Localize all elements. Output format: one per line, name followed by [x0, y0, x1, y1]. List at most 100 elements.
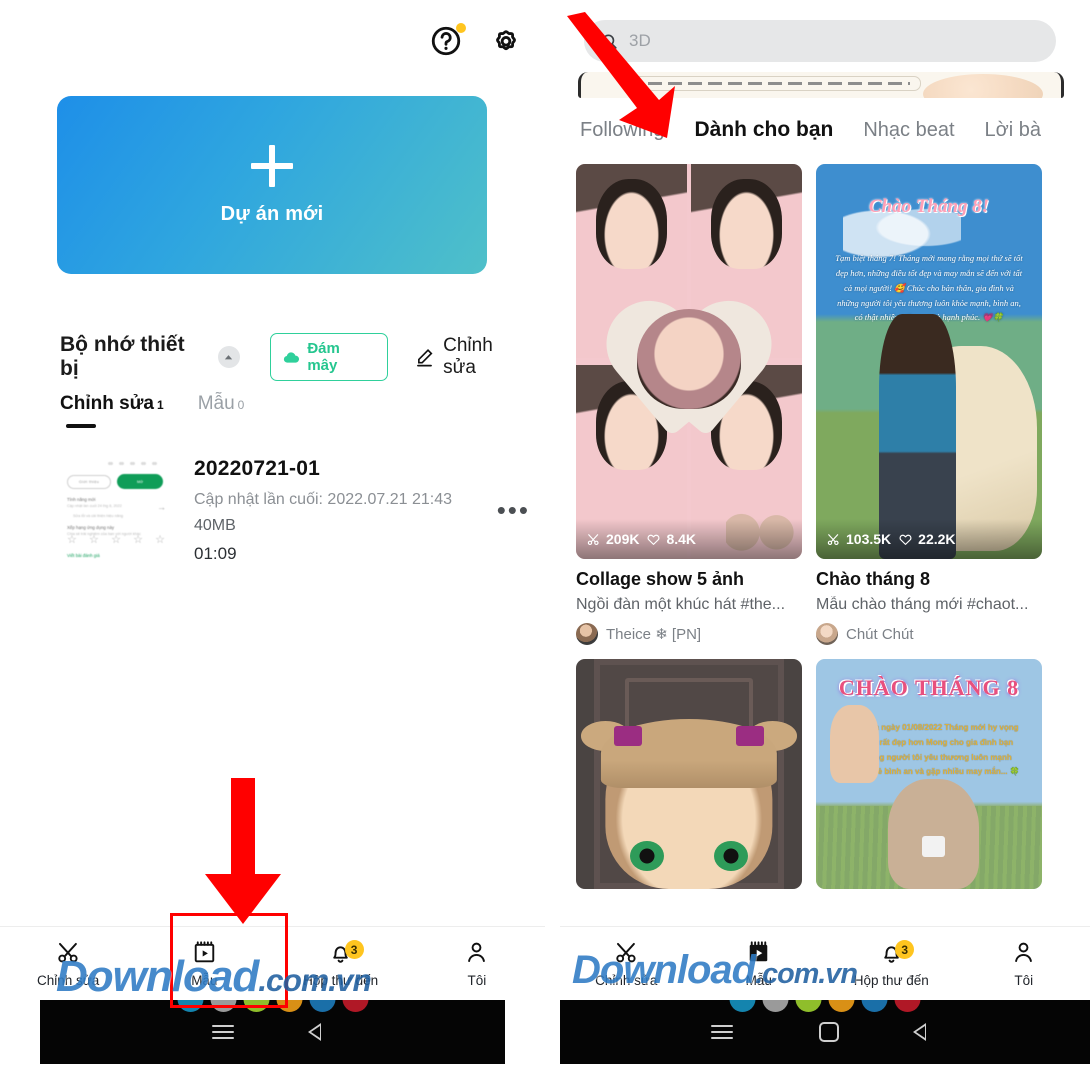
edit-button[interactable]: Chỉnh sửa — [414, 335, 530, 379]
project-thumbnail: Giới thiệu Mở Tính năng mới Cập nhật lần… — [60, 455, 172, 563]
feed-tab-following[interactable]: Following — [580, 119, 664, 142]
person-icon — [1015, 942, 1033, 963]
likes-stat: 22.2K — [898, 531, 956, 547]
template-thumbnail: 209K 8.4K — [576, 164, 802, 559]
banner-peek-card[interactable] — [578, 72, 1064, 98]
segment-tab-templates[interactable]: Mẫu 0 — [198, 393, 245, 428]
template-thumbnail — [576, 659, 802, 889]
nav-item-template-label: Mẫu — [745, 973, 772, 988]
nav-item-edit-label: Chỉnh sửa — [36, 973, 100, 988]
thumb-pill-filled: Mở — [137, 479, 143, 484]
inbox-badge: 3 — [895, 940, 915, 959]
nav-item-inbox[interactable]: 3 Hộp thư đến — [825, 939, 958, 988]
top-action-icons — [429, 23, 523, 58]
thumb-row1-sub2: Sửa lỗi và cải thiện hiệu năng — [73, 514, 124, 518]
template-description: Mẫu chào tháng mới #chaot... — [816, 596, 1029, 613]
thumb-row1-sub: Cập nhật lần cuối 24 thg 6, 2022 — [67, 504, 122, 508]
right-phone-screenshot: 3D Following Dành cho bạn Nhạc beat Lời … — [560, 0, 1090, 1091]
project-size: 40MB — [194, 517, 236, 534]
pencil-icon — [417, 348, 433, 367]
person-icon — [468, 942, 486, 963]
nav-item-me[interactable]: Tôi — [958, 939, 1090, 988]
segment-tabs: Chỉnh sửa 1 Mẫu 0 — [60, 393, 244, 428]
chao-thang-8-b-artwork: CHÀO THÁNG 8 Hôm nay là ngày 01/08/2022 … — [816, 659, 1042, 889]
template-author[interactable]: Theice ❄ [PN] — [576, 623, 802, 645]
template-card[interactable] — [576, 659, 802, 889]
template-card[interactable]: CHÀO THÁNG 8 Hôm nay là ngày 01/08/2022 … — [816, 659, 1042, 889]
more-horizontal-icon[interactable]: ••• — [489, 497, 530, 523]
hamburger-icon[interactable] — [211, 1021, 234, 1043]
artwork-title: Chào Tháng 8! — [868, 195, 990, 217]
back-triangle-icon[interactable] — [913, 1022, 939, 1042]
back-triangle-icon[interactable] — [307, 1022, 334, 1042]
uses-stat: 103.5K — [826, 531, 891, 547]
android-color-dots — [729, 1000, 921, 1012]
thumb-review-link: Viết bài đánh giá — [67, 553, 100, 558]
help-circle-icon[interactable] — [429, 23, 466, 58]
template-stats: 103.5K 22.2K — [816, 519, 1042, 559]
new-project-label: Dự án mới — [220, 202, 324, 225]
author-name: Chút Chút — [846, 625, 914, 643]
template-title: Collage show 5 ảnh — [576, 569, 745, 589]
uses-count: 209K — [606, 531, 640, 547]
home-square-icon[interactable] — [819, 1022, 839, 1042]
heart-icon — [647, 534, 660, 545]
template-card[interactable]: 209K 8.4K Collage show 5 ảnh Ngồi đàn mộ… — [576, 164, 802, 645]
right-android-navbar — [560, 1000, 1090, 1064]
template-title: Chào tháng 8 — [816, 569, 931, 589]
search-input[interactable]: 3D — [584, 20, 1056, 62]
project-title: 20220721-01 — [194, 457, 320, 480]
right-phone-screen: 3D Following Dành cho bạn Nhạc beat Lời … — [560, 0, 1090, 1000]
thumb-pill-outline: Giới thiệu — [78, 479, 100, 484]
hamburger-icon[interactable] — [711, 1021, 733, 1043]
template-thumbnail: CHÀO THÁNG 8 Hôm nay là ngày 01/08/2022 … — [816, 659, 1042, 889]
segment-tab-edits[interactable]: Chỉnh sửa 1 — [60, 393, 164, 428]
edit-button-label: Chỉnh sửa — [443, 335, 493, 378]
feed-tabs: Following Dành cho bạn Nhạc beat Lời bà — [580, 118, 1090, 142]
search-placeholder: 3D — [629, 31, 651, 50]
new-project-button[interactable]: Dự án mới — [57, 96, 487, 274]
segment-tab-edits-count: 1 — [157, 398, 164, 412]
scissors-icon — [57, 942, 78, 963]
scissors-icon — [827, 533, 839, 545]
template-thumbnail: Chào Tháng 8! Tạm biệt tháng 7! Tháng mớ… — [816, 164, 1042, 559]
nav-item-edit-label: Chỉnh sửa — [595, 973, 658, 988]
cloud-button[interactable]: Đám mây — [269, 333, 389, 381]
avatar — [816, 623, 838, 645]
likes-count: 8.4K — [666, 531, 697, 547]
storage-title: Bộ nhớ thiết bị — [60, 333, 185, 380]
feed-tab-for-you[interactable]: Dành cho bạn — [694, 118, 833, 142]
feed-tab-lyrics[interactable]: Lời bà — [985, 119, 1041, 142]
template-play-filled-icon — [749, 941, 768, 962]
caret-up-icon[interactable] — [217, 346, 240, 368]
nav-item-me-label: Tôi — [467, 973, 487, 988]
chao-thang-8-artwork: Chào Tháng 8! Tạm biệt tháng 7! Tháng mớ… — [816, 164, 1042, 559]
nav-item-inbox-label: Hộp thư đến — [303, 973, 379, 988]
masha-artwork — [576, 659, 802, 889]
nav-item-inbox-label: Hộp thư đến — [853, 973, 929, 988]
template-feed-grid: 209K 8.4K Collage show 5 ảnh Ngồi đàn mộ… — [576, 164, 1074, 889]
thumb-row1-title: Tính năng mới — [67, 497, 96, 502]
thumb-star-rating: ☆ ☆ ☆ ☆ ☆ — [67, 534, 165, 546]
nav-item-template[interactable]: Mẫu — [693, 939, 826, 988]
nav-item-edit[interactable]: Chỉnh sửa — [560, 939, 693, 988]
nav-item-inbox[interactable]: 3 Hộp thư đến — [273, 939, 409, 988]
project-updated: Cập nhật lần cuối: 2022.07.21 21:43 — [194, 491, 452, 508]
segment-tab-templates-label: Mẫu — [197, 393, 235, 414]
segment-tab-templates-count: 0 — [237, 398, 245, 412]
artwork-title: CHÀO THÁNG 8 — [838, 675, 1020, 701]
template-description: Ngồi đàn một khúc hát #the... — [576, 596, 786, 613]
nav-item-me[interactable]: Tôi — [409, 939, 545, 988]
nav-item-edit[interactable]: Chỉnh sửa — [0, 939, 136, 988]
author-name: Theice ❄ [PN] — [606, 626, 702, 643]
gear-icon[interactable] — [489, 24, 523, 58]
feed-tab-beats[interactable]: Nhạc beat — [863, 119, 954, 142]
project-list-item[interactable]: Giới thiệu Mở Tính năng mới Cập nhật lần… — [60, 455, 530, 565]
template-card[interactable]: Chào Tháng 8! Tạm biệt tháng 7! Tháng mớ… — [816, 164, 1042, 645]
left-android-navbar — [40, 1000, 505, 1064]
template-author[interactable]: Chút Chút — [816, 623, 1042, 645]
scissors-icon — [616, 942, 636, 963]
nav-item-me-label: Tôi — [1014, 973, 1034, 988]
uses-stat: 209K — [586, 531, 639, 547]
annotation-highlight-rect-mau — [170, 913, 288, 1008]
